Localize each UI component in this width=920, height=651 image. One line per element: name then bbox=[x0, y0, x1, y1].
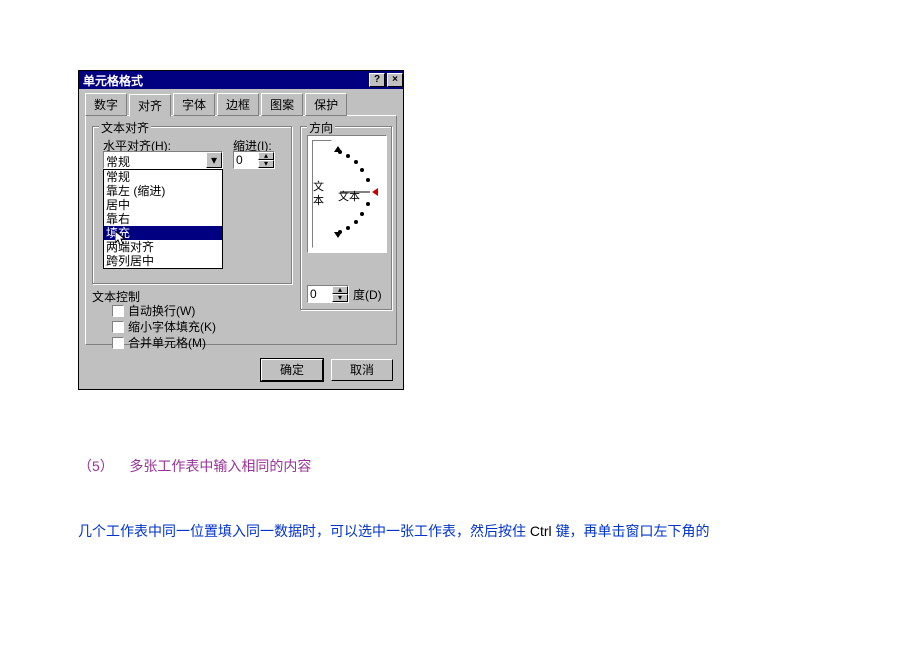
orientation-vertical-text: 文本 bbox=[313, 180, 331, 208]
dropdown-option[interactable]: 靠左 (缩进) bbox=[104, 184, 222, 198]
label-degrees: 度(D) bbox=[353, 286, 382, 303]
tabstrip: 数字 对齐 字体 边框 图案 保护 bbox=[85, 93, 397, 116]
checkbox-icon[interactable] bbox=[112, 321, 124, 333]
dropdown-option[interactable]: 居中 bbox=[104, 198, 222, 212]
checkbox-label: 自动换行(W) bbox=[128, 302, 195, 319]
checkbox-icon[interactable] bbox=[112, 305, 124, 317]
ok-button[interactable]: 确定 bbox=[261, 359, 323, 381]
mouse-cursor-icon bbox=[115, 231, 127, 250]
orientation-vertical-button[interactable]: 文本 bbox=[312, 140, 332, 248]
dropdown-option[interactable]: 靠右 bbox=[104, 212, 222, 226]
text-item-title: 多张工作表中输入相同的内容 bbox=[129, 458, 311, 474]
degree-input[interactable] bbox=[308, 286, 332, 302]
tab-font[interactable]: 字体 bbox=[173, 93, 215, 116]
dialog-title-bar[interactable]: 单元格格式 ? × bbox=[79, 71, 403, 89]
spin-down-icon[interactable]: ▾ bbox=[258, 160, 274, 168]
tab-alignment[interactable]: 对齐 bbox=[129, 94, 171, 117]
checkbox-shrink-to-fit[interactable]: 缩小字体填充(K) bbox=[112, 318, 216, 335]
checkbox-label: 缩小字体填充(K) bbox=[128, 318, 216, 335]
dialog-title: 单元格格式 bbox=[83, 72, 143, 89]
orientation-dial[interactable]: 文本 bbox=[332, 136, 386, 252]
text-body-1: 几个工作表中同一位置填入同一数据时，可以选中一张工作表，然后按住 bbox=[78, 523, 526, 539]
combo-value: 常规 bbox=[104, 152, 206, 168]
checkbox-icon[interactable] bbox=[112, 337, 124, 349]
text-item-number: （5） bbox=[78, 458, 114, 474]
tab-number[interactable]: 数字 bbox=[85, 93, 127, 116]
group-direction-label: 方向 bbox=[307, 119, 335, 136]
dropdown-option[interactable]: 跨列居中 bbox=[104, 254, 222, 268]
cancel-button[interactable]: 取消 bbox=[331, 359, 393, 381]
horizontal-align-dropdown[interactable]: 常规 靠左 (缩进) 居中 靠右 填充 两端对齐 跨列居中 bbox=[103, 169, 223, 269]
tab-border[interactable]: 边框 bbox=[217, 93, 259, 116]
help-icon[interactable]: ? bbox=[369, 73, 385, 87]
article-body: （5） 多张工作表中输入相同的内容 几个工作表中同一位置填入同一数据时，可以选中… bbox=[78, 454, 842, 544]
group-text-align-label: 文本对齐 bbox=[99, 119, 151, 136]
checkbox-wrap-text[interactable]: 自动换行(W) bbox=[112, 302, 195, 319]
dropdown-option[interactable]: 常规 bbox=[104, 170, 222, 184]
degree-spinner[interactable]: ▴ ▾ bbox=[307, 285, 349, 303]
indent-spinner[interactable]: ▴ ▾ bbox=[233, 151, 275, 169]
alignment-panel: 文本对齐 水平对齐(H): 缩进(I): 常规 ▾ 常规 靠左 (缩进) 居中 … bbox=[85, 115, 397, 345]
group-direction: 方向 文本 bbox=[300, 126, 392, 310]
orientation-dial-label: 文本 bbox=[338, 188, 360, 204]
indent-input[interactable] bbox=[234, 152, 258, 168]
checkbox-label: 合并单元格(M) bbox=[128, 334, 206, 351]
group-text-align: 文本对齐 水平对齐(H): 缩进(I): 常规 ▾ 常规 靠左 (缩进) 居中 … bbox=[92, 126, 292, 284]
checkbox-merge-cells[interactable]: 合并单元格(M) bbox=[112, 334, 206, 351]
cell-format-dialog: 单元格格式 ? × 数字 对齐 字体 边框 图案 保护 文本对齐 水平对齐(H)… bbox=[78, 70, 404, 390]
text-ctrl-key: Ctrl bbox=[526, 523, 556, 539]
tab-pattern[interactable]: 图案 bbox=[261, 93, 303, 116]
orientation-control[interactable]: 文本 bbox=[307, 135, 387, 253]
tab-protect[interactable]: 保护 bbox=[305, 93, 347, 116]
spin-down-icon[interactable]: ▾ bbox=[332, 294, 348, 302]
close-icon[interactable]: × bbox=[387, 73, 403, 87]
text-body-2: 键，再单击窗口左下角的 bbox=[556, 523, 710, 539]
horizontal-align-combo[interactable]: 常规 ▾ bbox=[103, 151, 223, 169]
chevron-down-icon[interactable]: ▾ bbox=[206, 152, 222, 168]
